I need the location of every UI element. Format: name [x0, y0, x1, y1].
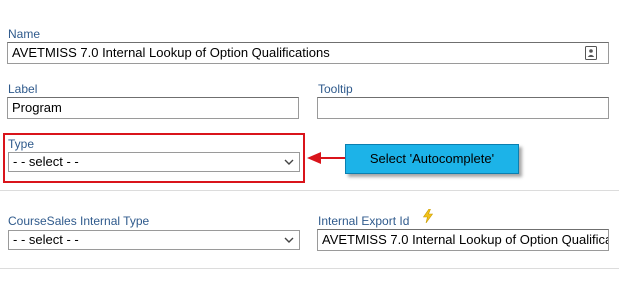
- name-label: Name: [8, 27, 41, 41]
- callout-arrow: [307, 152, 347, 164]
- label-input[interactable]: Program: [7, 97, 299, 119]
- chevron-down-icon: [284, 237, 294, 243]
- export-id-input[interactable]: AVETMISS 7.0 Internal Lookup of Option Q…: [317, 229, 609, 251]
- bottom-divider: [0, 268, 619, 269]
- coursesales-type-label: CourseSales Internal Type: [8, 214, 150, 228]
- name-input[interactable]: AVETMISS 7.0 Internal Lookup of Option Q…: [7, 42, 609, 64]
- section-divider: [0, 190, 619, 191]
- contact-card-icon[interactable]: [584, 46, 598, 60]
- type-select-value: - - select - -: [13, 154, 79, 169]
- label-input-value: Program: [12, 100, 62, 115]
- tooltip-label: Tooltip: [318, 82, 353, 96]
- label-label: Label: [8, 82, 38, 96]
- lightning-icon[interactable]: [422, 208, 434, 224]
- coursesales-type-select-value: - - select - -: [13, 232, 79, 247]
- chevron-down-icon: [284, 159, 294, 165]
- export-id-input-value: AVETMISS 7.0 Internal Lookup of Option Q…: [322, 232, 609, 247]
- type-label: Type: [8, 137, 35, 151]
- export-id-label: Internal Export Id: [318, 214, 410, 228]
- name-input-value: AVETMISS 7.0 Internal Lookup of Option Q…: [12, 45, 330, 60]
- coursesales-type-select[interactable]: - - select - -: [8, 230, 300, 250]
- type-select[interactable]: - - select - -: [8, 152, 300, 172]
- tooltip-input[interactable]: [317, 97, 609, 119]
- instruction-callout: Select 'Autocomplete': [345, 144, 519, 174]
